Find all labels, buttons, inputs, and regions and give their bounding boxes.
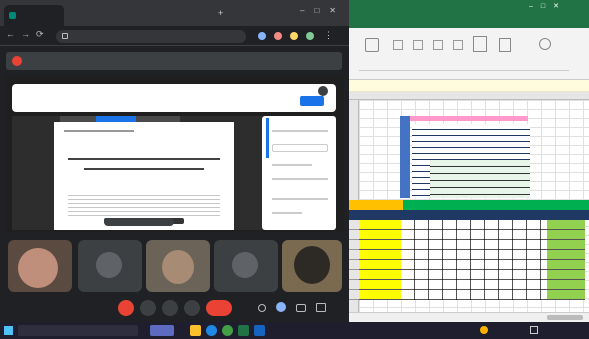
weather-icon[interactable] — [480, 326, 488, 334]
screen: { "browser": { "tabs": [ {"label": "", "… — [0, 0, 589, 339]
present-icon — [12, 56, 22, 66]
window-controls-icon[interactable]: –□✕ — [300, 6, 346, 15]
avatar — [96, 252, 122, 278]
more-options-icon[interactable] — [184, 300, 200, 316]
lower-row-numbers — [349, 220, 359, 300]
presentation-controls[interactable] — [104, 218, 174, 226]
participant-tile[interactable] — [8, 240, 72, 292]
participant-tile[interactable] — [214, 240, 278, 292]
profile-avatar[interactable] — [306, 32, 314, 40]
side-panel-field[interactable] — [272, 144, 328, 152]
ribbon-group-divider — [359, 70, 569, 71]
tab-meet[interactable] — [4, 5, 64, 26]
tab-sheet[interactable] — [140, 5, 212, 26]
editing-icon[interactable] — [499, 38, 511, 52]
lock-icon — [62, 33, 68, 39]
start-icon[interactable] — [4, 326, 13, 335]
meet-icon — [9, 12, 16, 19]
search-box[interactable] — [18, 325, 138, 336]
excel-icon[interactable] — [238, 325, 249, 336]
microphone-icon[interactable] — [118, 300, 134, 316]
extension-icon[interactable] — [258, 32, 266, 40]
extension-icons[interactable]: ⋮ — [258, 30, 342, 41]
excel-title-bar: –□✕ — [349, 0, 589, 14]
leave-call-button[interactable] — [206, 300, 232, 316]
side-panel-line — [272, 178, 328, 180]
document-text-line — [84, 168, 204, 170]
tab-document[interactable] — [66, 5, 138, 26]
ribbon-tabs — [349, 14, 589, 28]
extension-icon[interactable] — [290, 32, 298, 40]
table-icon[interactable] — [453, 40, 463, 50]
formula-bar-highlight — [349, 80, 589, 92]
side-panel-line — [272, 212, 302, 214]
avatar — [232, 252, 258, 278]
align-icon[interactable] — [413, 40, 423, 50]
info-icon[interactable] — [258, 304, 266, 312]
participant-video — [18, 248, 58, 288]
people-icon[interactable] — [276, 302, 286, 312]
participant-video — [294, 246, 330, 284]
index-column — [400, 116, 410, 198]
table-header-row — [349, 210, 589, 220]
extension-icon[interactable] — [274, 32, 282, 40]
participant-tile[interactable] — [78, 240, 142, 292]
paste-icon[interactable] — [365, 38, 379, 52]
nav-arrows-icon[interactable]: ←→⟳ — [6, 29, 50, 40]
ribbon — [349, 28, 589, 80]
participant-tile[interactable] — [282, 240, 342, 292]
activities-icon[interactable] — [316, 303, 326, 312]
column-headers — [349, 92, 589, 100]
document-text-line — [68, 158, 220, 160]
avatar — [318, 86, 328, 96]
network-icon[interactable] — [530, 326, 538, 334]
document-header-line — [64, 130, 134, 132]
file-explorer-icon[interactable] — [190, 325, 201, 336]
side-panel-indicator — [266, 118, 269, 158]
side-panel-line — [272, 198, 328, 200]
name-column-yellow — [359, 220, 401, 300]
shared-window-header — [12, 84, 336, 112]
document-body-text — [68, 192, 220, 218]
font-icon[interactable] — [393, 40, 403, 50]
taskview-icon[interactable] — [150, 325, 174, 336]
taskbar — [0, 322, 589, 339]
participant-video — [162, 250, 194, 284]
side-panel — [262, 116, 336, 230]
number-format-icon[interactable] — [433, 40, 443, 50]
score-grid[interactable] — [401, 220, 547, 300]
sheet-tab-bar — [349, 312, 589, 322]
side-panel-line — [272, 130, 328, 132]
cells-icon[interactable] — [473, 36, 487, 52]
result-column-green — [547, 220, 585, 300]
search-icon[interactable] — [539, 38, 551, 50]
window-controls-icon[interactable]: –□✕ — [529, 2, 567, 10]
menu-icon[interactable]: ⋮ — [324, 30, 333, 41]
participant-tile[interactable] — [146, 240, 210, 292]
data-block-green-lines — [430, 160, 530, 198]
header-row-pink — [400, 116, 528, 121]
captions-icon[interactable] — [162, 300, 178, 316]
chat-icon[interactable] — [296, 304, 306, 312]
chrome-icon[interactable] — [222, 325, 233, 336]
side-panel-line — [272, 164, 312, 166]
zoom-slider[interactable] — [547, 315, 583, 320]
new-tab-icon[interactable]: + — [218, 8, 223, 18]
address-bar[interactable] — [56, 30, 246, 43]
presenting-banner — [6, 52, 342, 70]
edge-icon[interactable] — [206, 325, 217, 336]
camera-icon[interactable] — [140, 300, 156, 316]
table-band-orange — [349, 200, 403, 210]
share-button[interactable] — [300, 96, 324, 106]
document-page — [54, 122, 234, 230]
word-icon[interactable] — [254, 325, 265, 336]
